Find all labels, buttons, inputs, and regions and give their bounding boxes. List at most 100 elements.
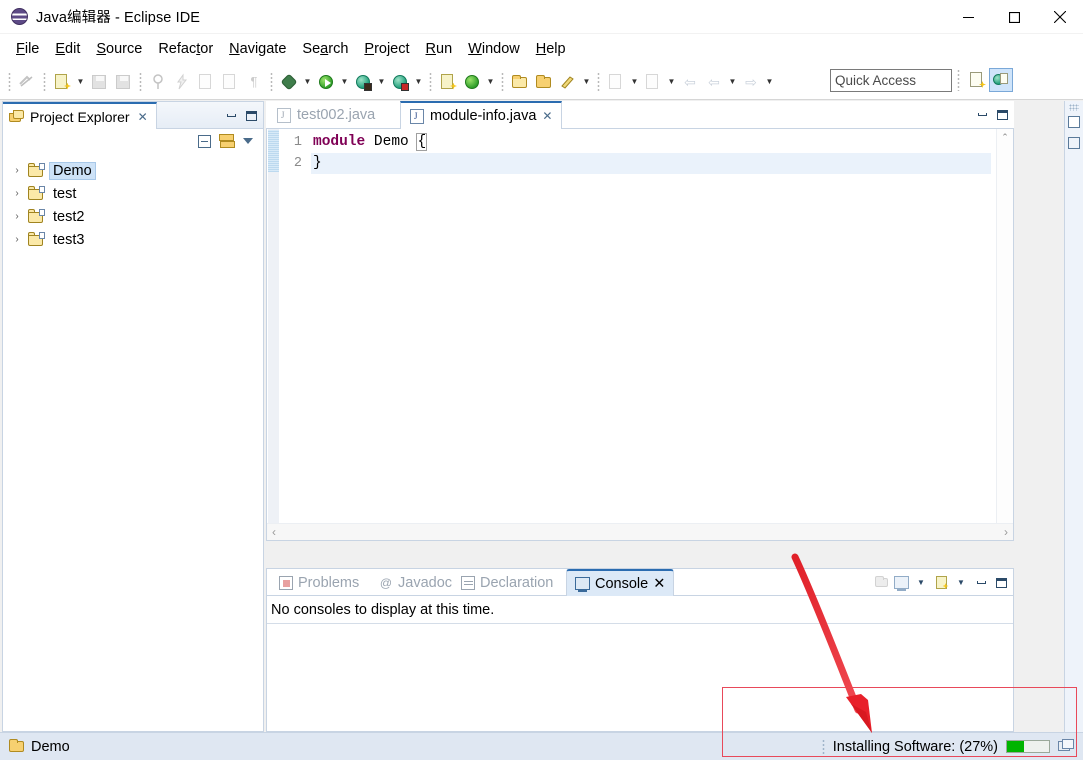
minimize-console-button[interactable] <box>971 572 991 594</box>
coverage-icon[interactable] <box>351 70 375 94</box>
menu-edit[interactable]: Edit <box>47 38 88 60</box>
menu-run[interactable]: Run <box>418 38 461 60</box>
close-icon[interactable]: ✕ <box>138 110 148 124</box>
menu-file[interactable]: FFileile <box>8 38 47 60</box>
toggle-breadcrumb-icon[interactable] <box>194 70 218 94</box>
quick-fix-icon[interactable] <box>170 70 194 94</box>
forward-icon[interactable]: ⇨ <box>739 70 763 94</box>
toolbar-grip-7[interactable] <box>597 71 600 92</box>
display-selected-console-icon[interactable] <box>891 572 911 594</box>
menu-navigate[interactable]: Navigate <box>221 38 294 60</box>
new-java-project-icon[interactable] <box>436 70 460 94</box>
tab-project-explorer[interactable]: Project Explorer ✕ <box>3 102 157 129</box>
save-icon[interactable] <box>87 70 111 94</box>
scroll-left-icon[interactable]: ‹ <box>272 525 276 539</box>
tree-item-test[interactable]: › test <box>3 182 263 205</box>
maximize-view-button[interactable] <box>241 105 261 127</box>
last-edit-icon[interactable] <box>641 70 665 94</box>
expand-arrow-icon[interactable]: › <box>11 188 23 199</box>
tab-module-info-java[interactable]: J module-info.java ✕ <box>400 101 563 129</box>
outline-view-icon[interactable] <box>1066 134 1083 153</box>
tree-item-test3[interactable]: › test3 <box>3 228 263 251</box>
menu-search[interactable]: Search <box>294 38 356 60</box>
toolbar-grip-2[interactable] <box>43 71 46 92</box>
expand-arrow-icon[interactable]: › <box>11 211 23 222</box>
menu-source[interactable]: Source <box>88 38 150 60</box>
console-content[interactable]: No consoles to display at this time. <box>267 596 1013 732</box>
open-resource-icon[interactable] <box>532 70 556 94</box>
last-edit-dropdown-icon[interactable]: ▼ <box>665 70 678 94</box>
print-icon[interactable] <box>146 70 170 94</box>
run-dropdown-icon[interactable]: ▼ <box>338 70 351 94</box>
tab-test002-java[interactable]: J test002.java <box>268 101 384 129</box>
debug-dropdown-icon[interactable]: ▼ <box>301 70 314 94</box>
menu-refactor[interactable]: Refactor <box>150 38 221 60</box>
restore-view-icon[interactable] <box>1066 113 1083 132</box>
new-class-icon[interactable] <box>556 70 580 94</box>
tab-console[interactable]: Console ✕ <box>566 569 675 596</box>
back-icon[interactable]: ⇦ <box>678 70 702 94</box>
open-type-icon[interactable] <box>218 70 242 94</box>
tab-problems[interactable]: Problems <box>271 569 367 596</box>
display-console-dropdown-icon[interactable]: ▼ <box>911 572 931 594</box>
search-icon[interactable] <box>604 70 628 94</box>
external-tools-dropdown-icon[interactable]: ▼ <box>412 70 425 94</box>
tree-item-test2[interactable]: › test2 <box>3 205 263 228</box>
editor-horizontal-scrollbar[interactable]: ‹ › <box>267 523 1013 540</box>
toggle-mark-occurrences-icon[interactable] <box>15 70 39 94</box>
toolbar-grip[interactable] <box>8 71 11 92</box>
editor-vertical-scrollbar[interactable]: ⌃ ⌄ <box>996 129 1013 540</box>
new-wizard-dropdown-icon[interactable]: ▼ <box>74 70 87 94</box>
external-tools-icon[interactable] <box>388 70 412 94</box>
toolbar-grip-3[interactable] <box>139 71 142 92</box>
editor-code[interactable]: module Demo { } <box>311 132 991 174</box>
run-icon[interactable] <box>314 70 338 94</box>
close-icon[interactable]: ✕ <box>542 109 552 123</box>
progress-view-icon[interactable] <box>1058 739 1075 754</box>
new-package-icon[interactable] <box>460 70 484 94</box>
minimize-view-button[interactable] <box>221 105 241 127</box>
toolbar-grip-5[interactable] <box>429 71 432 92</box>
forward-dropdown-icon[interactable]: ▼ <box>763 70 776 94</box>
tree-item-demo[interactable]: › Demo <box>3 159 263 182</box>
coverage-dropdown-icon[interactable]: ▼ <box>375 70 388 94</box>
editor-body[interactable]: 1 2 module Demo { } ⌃ ⌄ ‹ › <box>266 129 1014 541</box>
link-with-editor-icon[interactable] <box>217 132 235 150</box>
search-dropdown-icon[interactable]: ▼ <box>628 70 641 94</box>
menu-window[interactable]: Window <box>460 38 528 60</box>
editor-marker-gutter[interactable] <box>268 129 279 540</box>
open-console-dropdown-icon[interactable]: ▼ <box>951 572 971 594</box>
collapse-all-icon[interactable] <box>195 132 213 150</box>
scroll-up-icon[interactable]: ⌃ <box>997 129 1013 146</box>
menu-help[interactable]: Help <box>528 38 574 60</box>
new-package-dropdown-icon[interactable]: ▼ <box>484 70 497 94</box>
tab-javadoc[interactable]: @ Javadoc <box>371 569 460 596</box>
expand-arrow-icon[interactable]: › <box>11 234 23 245</box>
tab-declaration[interactable]: Declaration <box>453 569 561 596</box>
pilcrow-icon[interactable]: ¶ <box>242 70 266 94</box>
minimize-editor-button[interactable] <box>972 104 992 126</box>
expand-arrow-icon[interactable]: › <box>11 165 23 176</box>
close-icon[interactable]: ✕ <box>653 576 665 592</box>
new-wizard-icon[interactable] <box>50 70 74 94</box>
toolbar-grip-6[interactable] <box>501 71 504 92</box>
maximize-button[interactable] <box>991 0 1037 34</box>
scroll-right-icon[interactable]: › <box>1004 525 1008 539</box>
java-perspective-icon[interactable] <box>989 68 1013 92</box>
export-console-icon[interactable] <box>871 572 891 594</box>
back-alt-icon[interactable]: ⇦ <box>702 70 726 94</box>
minimize-button[interactable] <box>945 0 991 34</box>
quick-access-input[interactable]: Quick Access <box>830 68 952 92</box>
save-all-icon[interactable] <box>111 70 135 94</box>
close-button[interactable] <box>1037 0 1083 34</box>
fastview-grip[interactable] <box>1069 104 1079 111</box>
new-class-dropdown-icon[interactable]: ▼ <box>580 70 593 94</box>
maximize-console-button[interactable] <box>991 572 1011 594</box>
debug-icon[interactable] <box>277 70 301 94</box>
maximize-editor-button[interactable] <box>992 104 1012 126</box>
view-menu-icon[interactable] <box>239 132 257 150</box>
open-perspective-icon[interactable] <box>965 68 989 92</box>
open-console-icon[interactable] <box>931 572 951 594</box>
menu-project[interactable]: Project <box>356 38 417 60</box>
open-task-icon[interactable] <box>508 70 532 94</box>
